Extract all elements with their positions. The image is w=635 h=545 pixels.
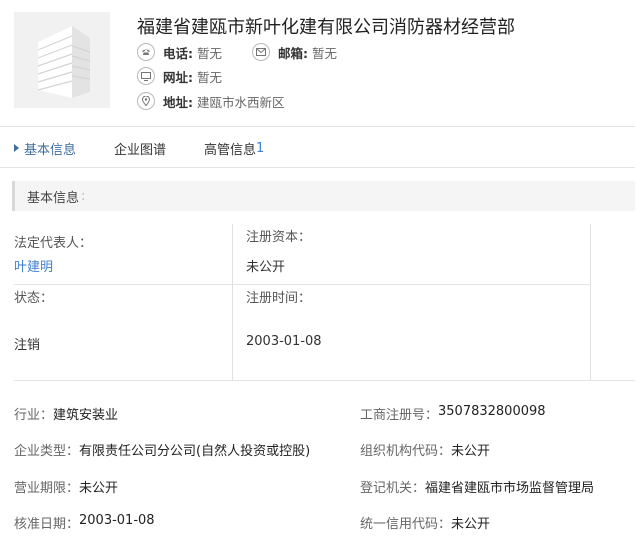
- address-item: 地址: 建瓯市水西新区: [137, 92, 285, 111]
- contact-row-phone-email: 电话: 暂无 邮箱: 暂无: [137, 42, 337, 62]
- type-label: 企业类型：: [14, 444, 80, 459]
- monitor-icon: [137, 67, 155, 85]
- industry-row: 行业： 建筑安装业: [14, 404, 118, 423]
- basic-info-grid: 法定代表人： 叶建明 注册资本： 未公开 状态： 注销 注册时间： 2003-0…: [14, 224, 591, 380]
- contact-row-website: 网址: 暂无: [137, 66, 222, 86]
- phone-item: 电话: 暂无: [137, 43, 222, 62]
- capital-value: 未公开: [246, 260, 286, 275]
- org-code-row: 组织机构代码： 未公开: [360, 440, 490, 459]
- reg-no-row: 工商注册号： 3507832800098: [360, 404, 546, 423]
- reg-time-label: 注册时间：: [246, 291, 312, 306]
- term-label: 营业期限：: [14, 481, 80, 496]
- contact-row-address: 地址: 建瓯市水西新区: [137, 91, 285, 111]
- address-label: 地址:: [163, 94, 193, 110]
- location-pin-icon: [137, 92, 155, 110]
- status-label: 状态：: [14, 291, 54, 306]
- tab-executives[interactable]: 高管信息 1: [204, 139, 264, 158]
- email-label: 邮箱:: [278, 45, 309, 61]
- term-value: 未公开: [79, 481, 119, 496]
- approval-value: 2003-01-08: [79, 513, 155, 528]
- org-code-label: 组织机构代码：: [360, 444, 452, 459]
- credit-label: 统一信用代码：: [360, 517, 452, 532]
- credit-row: 统一信用代码： 未公开: [360, 513, 490, 532]
- approval-row: 核准日期： 2003-01-08: [14, 513, 155, 532]
- reg-no-label: 工商注册号：: [360, 408, 439, 423]
- credit-value: 未公开: [451, 517, 491, 532]
- authority-row: 登记机关： 福建省建瓯市市场监督管理局: [360, 477, 594, 496]
- section-title: 基本信息: [27, 190, 80, 206]
- section-header-basic-info: 基本信息 :: [12, 181, 635, 211]
- tab-executives-count: 1: [256, 140, 265, 156]
- authority-value: 福建省建瓯市市场监督管理局: [425, 481, 595, 496]
- tab-executives-label: 高管信息: [204, 142, 257, 158]
- tab-basic-info-label: 基本信息: [24, 142, 77, 158]
- tab-bar: 基本信息 企业图谱 高管信息 1: [14, 137, 264, 159]
- building-icon: [37, 26, 91, 98]
- header-divider: [0, 126, 635, 127]
- capital-label: 注册资本：: [246, 230, 312, 245]
- type-value: 有限责任公司分公司(自然人投资或控股): [79, 444, 311, 459]
- email-item: 邮箱: 暂无: [252, 43, 337, 62]
- company-profile-page: 福建省建瓯市新叶化建有限公司消防器材经营部 电话: 暂无 邮箱: 暂无 网址: …: [0, 0, 635, 545]
- grid-col-divider: [232, 224, 233, 380]
- industry-value: 建筑安装业: [53, 408, 119, 423]
- authority-label: 登记机关：: [360, 481, 426, 496]
- website-value: 暂无: [197, 69, 223, 85]
- grid-right-border: [590, 224, 591, 380]
- type-row: 企业类型： 有限责任公司分公司(自然人投资或控股): [14, 440, 310, 459]
- phone-label: 电话:: [163, 45, 193, 61]
- company-name: 福建省建瓯市新叶化建有限公司消防器材经营部: [137, 17, 515, 38]
- caret-right-icon: [14, 144, 19, 152]
- phone-icon: [137, 43, 155, 61]
- tabs-divider: [0, 167, 635, 168]
- grid-bottom-divider: [14, 380, 635, 381]
- approval-label: 核准日期：: [14, 517, 80, 532]
- address-value: 建瓯市水西新区: [197, 94, 285, 110]
- phone-value: 暂无: [197, 45, 223, 61]
- reg-time-value: 2003-01-08: [246, 334, 322, 349]
- email-value: 暂无: [312, 45, 338, 61]
- tab-basic-info[interactable]: 基本信息: [14, 139, 76, 158]
- term-row: 营业期限： 未公开: [14, 477, 118, 496]
- email-icon: [252, 43, 271, 61]
- reg-no-value: 3507832800098: [438, 404, 546, 419]
- industry-label: 行业：: [14, 408, 54, 423]
- tab-enterprise-graph[interactable]: 企业图谱: [114, 139, 166, 158]
- grid-row-divider: [14, 284, 591, 285]
- org-code-value: 未公开: [451, 444, 491, 459]
- legal-rep-label: 法定代表人：: [14, 236, 93, 251]
- website-item: 网址: 暂无: [137, 67, 222, 86]
- tab-enterprise-graph-label: 企业图谱: [114, 142, 167, 158]
- section-title-colon: :: [81, 188, 86, 204]
- website-label: 网址:: [163, 69, 193, 85]
- legal-rep-link[interactable]: 叶建明: [14, 256, 53, 275]
- status-value: 注销: [14, 338, 41, 353]
- company-logo: [14, 12, 110, 108]
